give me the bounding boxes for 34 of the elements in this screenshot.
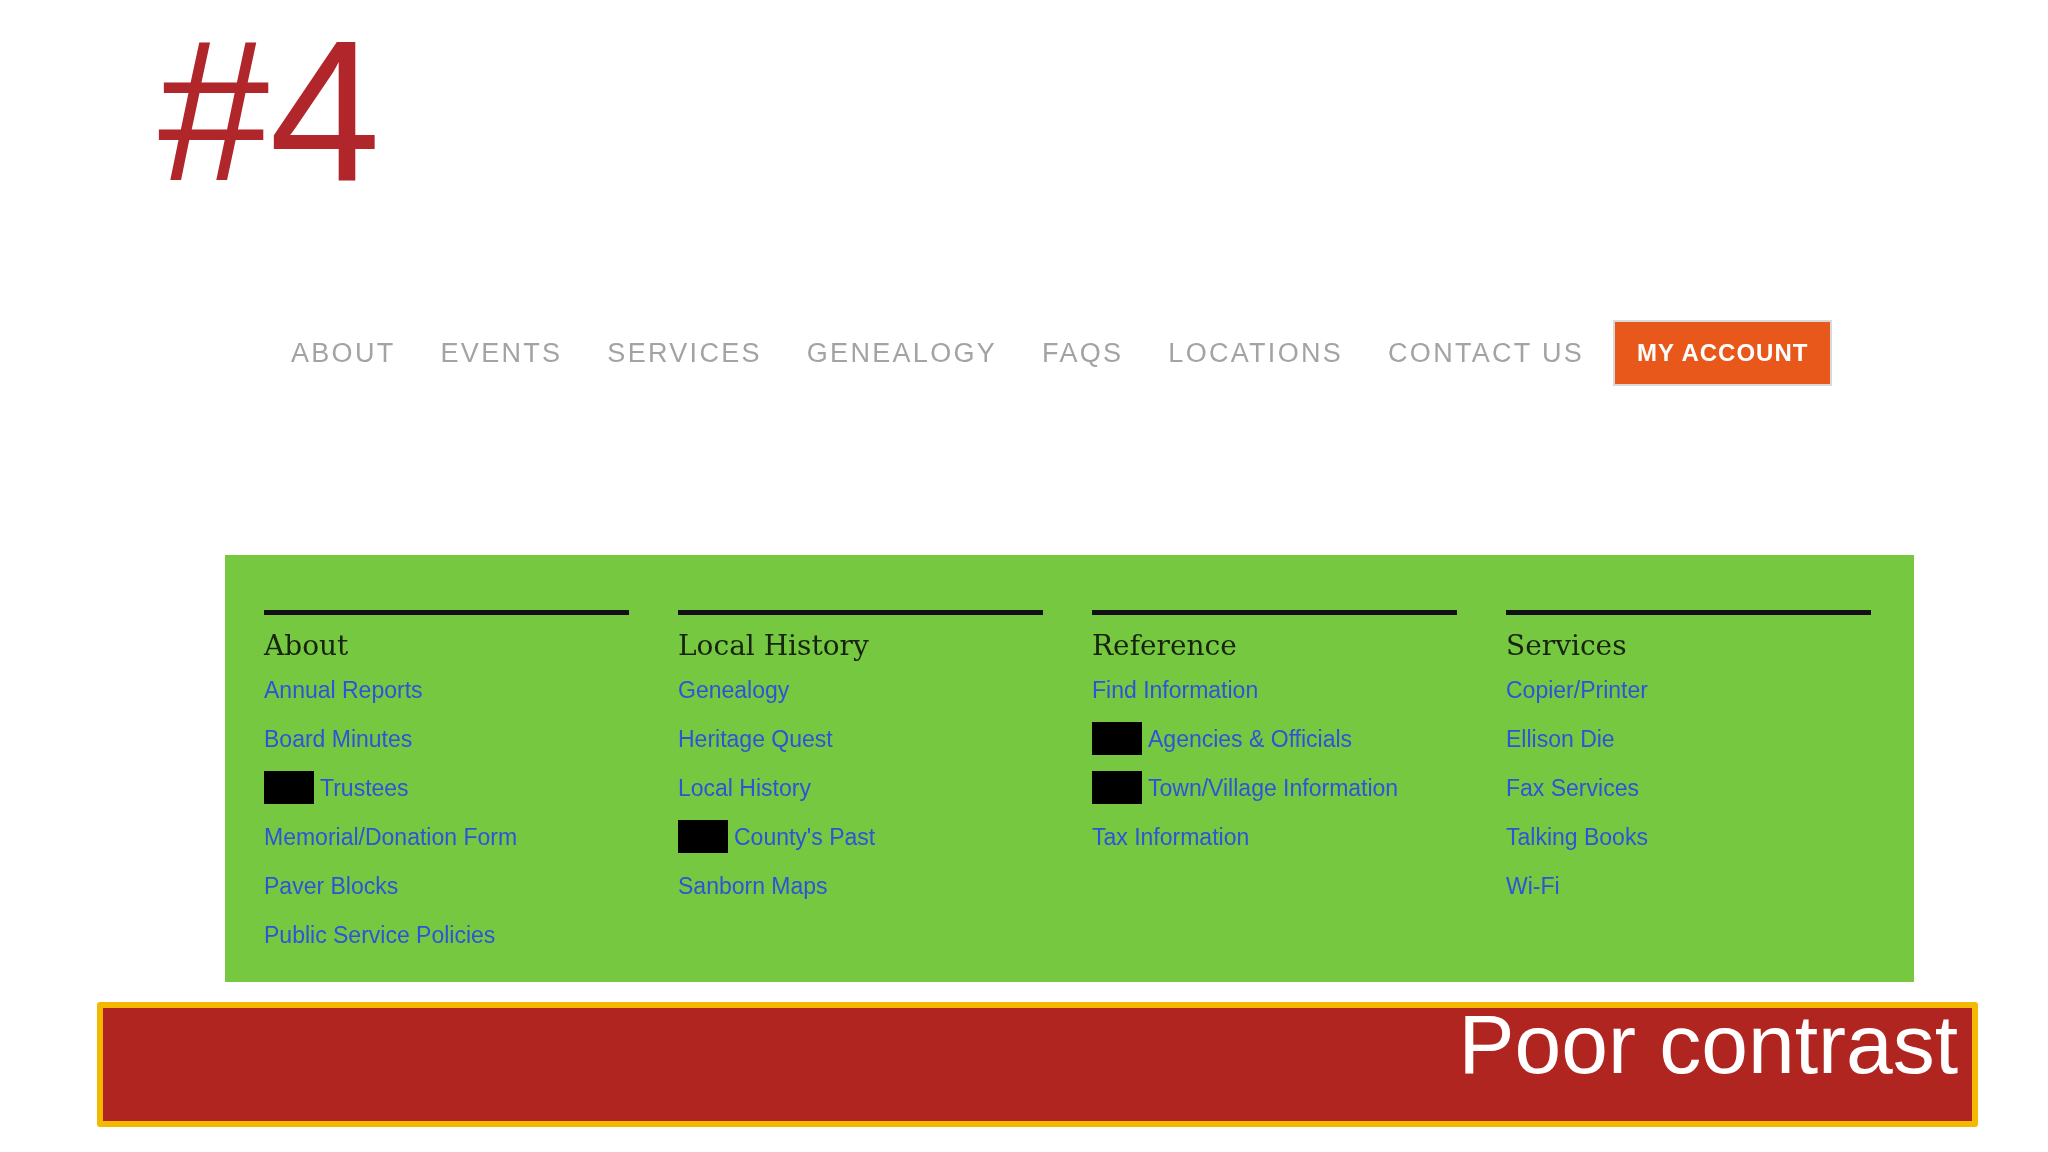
menu-link[interactable]: Memorial/Donation Form (264, 821, 518, 852)
slide-number: #4 (158, 11, 381, 211)
menu-link[interactable]: County's Past (678, 820, 876, 853)
menu-link[interactable]: Heritage Quest (678, 723, 833, 754)
menu-link[interactable]: Public Service Policies (264, 919, 496, 950)
nav-link[interactable]: CONTACT US (1388, 336, 1585, 370)
menu-link[interactable]: Sanborn Maps (678, 870, 828, 901)
nav-link[interactable]: ABOUT (291, 336, 396, 370)
menu-link[interactable]: Board Minutes (264, 723, 413, 754)
nav-link[interactable]: EVENTS (440, 336, 563, 370)
column-heading: About (264, 628, 349, 664)
menu-link[interactable]: Genealogy (678, 674, 790, 705)
menu-link[interactable]: Find Information (1092, 674, 1259, 705)
my-account-button[interactable]: MY ACCOUNT (1613, 320, 1833, 386)
nav-link[interactable]: SERVICES (607, 336, 762, 370)
menu-link[interactable]: Trustees (264, 771, 409, 804)
menu-link[interactable]: Talking Books (1506, 821, 1648, 852)
nav-link[interactable]: LOCATIONS (1168, 336, 1344, 370)
nav-link[interactable]: FAQS (1042, 336, 1124, 370)
nav-link[interactable]: GENEALOGY (806, 336, 998, 370)
menu-link[interactable]: Fax Services (1506, 772, 1639, 803)
menu-link[interactable]: Town/Village Information (1092, 771, 1399, 804)
menu-link[interactable]: Tax Information (1092, 821, 1250, 852)
caption-text: Poor contrast (1458, 1008, 1958, 1082)
menu-link[interactable]: Ellison Die (1506, 723, 1615, 754)
menu-link[interactable]: Paver Blocks (264, 870, 399, 901)
column-heading: Reference (1092, 628, 1237, 664)
column-heading: Services (1506, 628, 1627, 664)
menu-link[interactable]: Copier/Printer (1506, 674, 1648, 705)
menu-link[interactable]: Annual Reports (264, 674, 423, 705)
menu-link[interactable]: Wi-Fi (1506, 870, 1560, 901)
column-heading: Local History (678, 628, 869, 664)
menu-link[interactable]: Local History (678, 772, 811, 803)
menu-link[interactable]: Agencies & Officials (1092, 722, 1353, 755)
